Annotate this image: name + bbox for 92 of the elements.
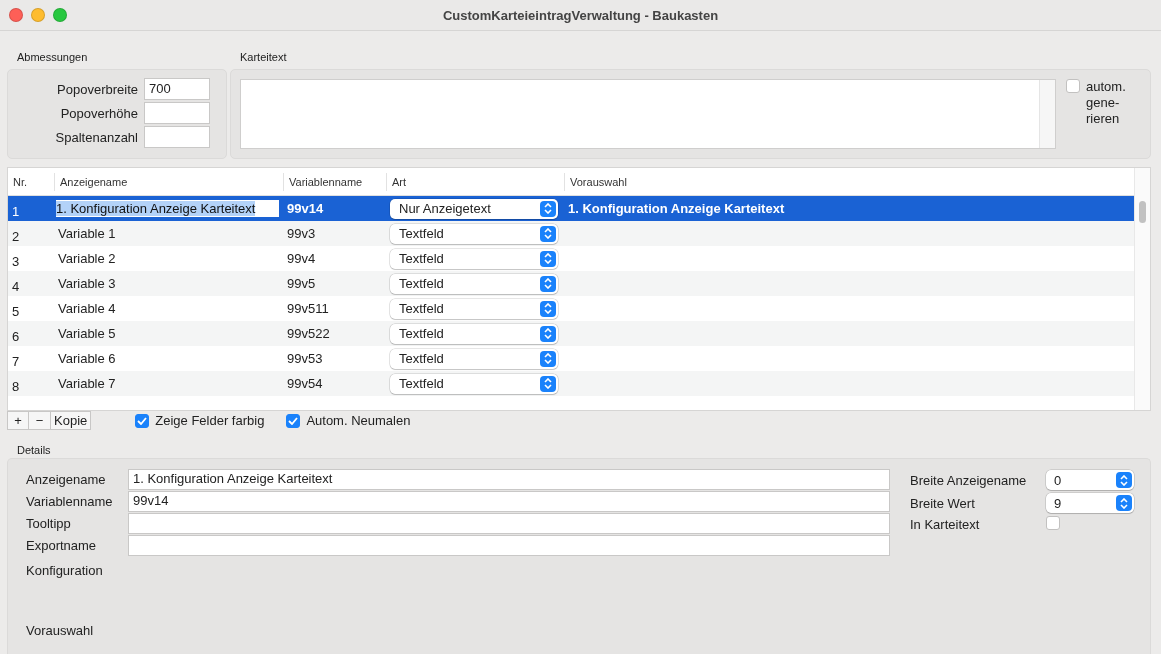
column-header[interactable]: Art [386,172,564,191]
number-popup[interactable]: 9 [1046,493,1134,513]
table-cell-text: Variable 7 [57,376,117,391]
text-area[interactable] [240,79,1056,149]
table-row[interactable]: 1 1. Konfiguration Anzeige Karteitext 99v14 Nur Anzeigetext 1. Konfiguration Anzeige Karteitext [8,196,1134,221]
stepper-icon [540,225,556,242]
type-popup[interactable]: Textfeld [390,373,558,394]
table-cell-text: 3 [11,253,21,269]
table-button[interactable]: Kopie [51,411,92,430]
table-button[interactable]: − [29,411,51,430]
type-popup[interactable]: Textfeld [390,348,558,369]
table-cell-text: 8 [11,378,21,394]
group-label: Abmessungen [16,51,89,63]
field-label: In Karteitext [910,517,981,532]
input-field[interactable]: 1. Konfiguration Anzeige Karteitext [128,469,890,490]
stepper-icon [540,200,556,217]
table-cell-text: 99v54 [286,376,324,391]
stepper-icon [540,300,556,317]
minimize-button[interactable] [31,8,45,22]
stepper-icon [540,375,556,392]
table-row[interactable]: 8 Variable 7 99v54 Textfeld [8,371,1134,396]
group-label: Details [16,444,52,456]
table-cell-text: Variable 6 [57,351,117,366]
checkbox[interactable] [1066,79,1080,93]
type-popup[interactable]: Textfeld [390,298,558,319]
column-header[interactable]: Variablenname [283,172,386,191]
close-button[interactable] [9,8,23,22]
table-cell-text: 99v5 [286,276,317,291]
field-label: Anzeigename [26,472,107,487]
table-cell-text: 99v14 [286,201,325,216]
table-cell-text: 6 [11,328,21,344]
table-cell-text: Variable 1 [57,226,117,241]
table-cell-text: 99v53 [286,351,324,366]
window-title: CustomKarteieintragVerwaltung - Baukasten [441,7,720,23]
field-label: Tooltipp [26,516,72,531]
type-popup[interactable]: Textfeld [390,248,558,269]
field-label: Exportname [26,538,98,553]
type-popup[interactable]: Nur Anzeigetext [390,198,558,219]
field-label: Popoverhöhe [59,105,138,121]
field-label: Variablenname [26,494,114,509]
input-field[interactable] [144,126,210,148]
table-cell-text: 4 [11,278,21,294]
table-cell-text: 1. Konfiguration Anzeige Karteitext [567,201,786,216]
table-cell-text: Variable 5 [57,326,117,341]
column-header[interactable]: Anzeigename [54,172,283,191]
checkbox-label: autom. gene- rieren [1086,79,1126,128]
input-field[interactable]: 99v14 [128,491,890,512]
field-label: Breite Anzeigename [910,472,1028,488]
type-popup[interactable]: Textfeld [390,323,558,344]
input-field[interactable] [128,513,890,534]
scrollbar[interactable] [1134,168,1150,410]
table-row[interactable]: 6 Variable 5 99v522 Textfeld [8,321,1134,346]
group-label: Karteitext [239,51,288,63]
table-cell-text: 99v3 [286,226,317,241]
field-label: Breite Wert [910,495,976,511]
table-row[interactable]: 4 Variable 3 99v5 Textfeld [8,271,1134,296]
field-label: Popoverbreite [56,81,138,97]
cell-editor[interactable]: 1. Konfiguration Anzeige Karteitext [56,200,279,217]
stepper-icon [1116,495,1132,511]
input-field[interactable] [144,102,210,124]
zoom-button[interactable] [53,8,67,22]
stepper-icon [540,250,556,267]
table-cell-text: 1 [11,203,21,219]
table-cell-text: Variable 3 [57,276,117,291]
checkbox[interactable] [286,413,301,428]
table-cell-text: 7 [11,353,21,369]
checkbox[interactable] [135,413,150,428]
checkbox[interactable] [1046,516,1060,530]
table-cell-text: 99v4 [286,251,317,266]
table-button[interactable]: + [7,411,29,430]
number-popup[interactable]: 0 [1046,470,1134,490]
column-header[interactable]: Nr. [8,172,54,191]
table-row[interactable]: 2 Variable 1 99v3 Textfeld [8,221,1134,246]
checkbox-label: Zeige Felder farbig [155,413,265,428]
checkbox-label: Autom. Neumalen [306,413,411,428]
table-cell-text: 2 [11,228,21,244]
field-label: Spaltenanzahl [54,129,138,145]
table-cell-text: Variable 4 [57,301,117,316]
stepper-icon [540,325,556,342]
type-popup[interactable]: Textfeld [390,273,558,294]
stepper-icon [540,350,556,367]
table-cell-text: Variable 2 [57,251,117,266]
table-cell-text: 99v522 [286,326,331,341]
table-cell-text: 5 [11,303,21,319]
input-field[interactable] [128,535,890,556]
section-label: Vorauswahl [26,623,95,638]
input-field[interactable]: 700 [144,78,210,100]
stepper-icon [540,275,556,292]
section-label: Konfiguration [26,563,104,578]
table-cell-text: 99v511 [286,301,330,316]
stepper-icon [1116,472,1132,488]
type-popup[interactable]: Textfeld [390,223,558,244]
